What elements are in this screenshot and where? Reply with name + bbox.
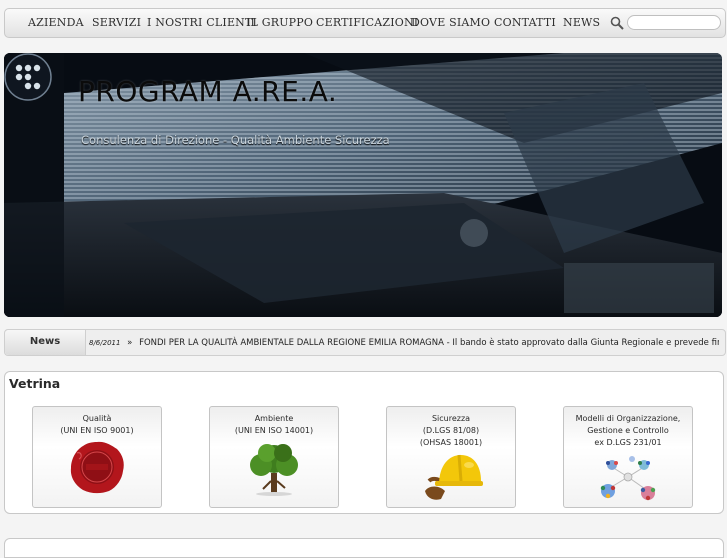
card-title: Modelli di Organizzazione, Gestione e Co… (575, 414, 681, 447)
tree-icon (250, 444, 298, 496)
news-ticker-item[interactable]: 8/6/2011 » FONDI PER LA QUALITÀ AMBIENTA… (89, 330, 719, 355)
main-nav: AZIENDA SERVIZI I NOSTRI CLIENTI IL GRUP… (4, 8, 726, 38)
nav-item-clienti[interactable]: I NOSTRI CLIENTI (147, 9, 257, 37)
brand-name: PROGRAM A.RE.A. (78, 75, 338, 108)
nav-item-gruppo[interactable]: IL GRUPPO (246, 9, 313, 37)
search-input[interactable] (627, 15, 721, 30)
card-title: Ambiente (UNI EN ISO 14001) (234, 414, 314, 435)
hard-hat-icon (425, 454, 483, 500)
nav-item-certificazioni[interactable]: CERTIFICAZIONI (316, 9, 418, 37)
nav-item-servizi[interactable]: SERVIZI (92, 9, 141, 37)
card-title: Sicurezza (D.LGS 81/08) (OHSAS 18001) (419, 414, 483, 447)
logo-icon (4, 53, 52, 101)
search-icon[interactable] (610, 16, 624, 30)
nav-item-azienda[interactable]: AZIENDA (28, 9, 84, 37)
news-headline[interactable]: FONDI PER LA QUALITÀ AMBIENTALE DALLA RE… (139, 338, 719, 348)
news-separator: » (127, 338, 133, 348)
people-network-icon (600, 456, 656, 501)
vetrina-panel: Vetrina Qualità (UNI EN ISO 9001) Ambien… (4, 371, 724, 514)
nav-item-dove-siamo[interactable]: DOVE SIAMO (411, 9, 490, 37)
brand-tagline: Consulenza di Direzione - Qualità Ambien… (81, 133, 390, 147)
hero-banner: PROGRAM A.RE.A. Consulenza di Direzione … (4, 53, 722, 317)
card-title: Qualità (UNI EN ISO 9001) (60, 414, 134, 435)
card-ambiente[interactable]: Ambiente (UNI EN ISO 14001) (209, 406, 339, 508)
nav-item-contatti[interactable]: CONTATTI (494, 9, 556, 37)
vetrina-title: Vetrina (9, 376, 61, 391)
card-modelli-231[interactable]: Modelli di Organizzazione, Gestione e Co… (563, 406, 693, 508)
news-label: News (5, 330, 86, 355)
news-bar: News 8/6/2011 » FONDI PER LA QUALITÀ AMB… (4, 329, 726, 356)
card-qualita[interactable]: Qualità (UNI EN ISO 9001) (32, 406, 162, 508)
wax-seal-icon (70, 441, 124, 494)
news-date: 8/6/2011 (89, 339, 121, 347)
card-sicurezza[interactable]: Sicurezza (D.LGS 81/08) (OHSAS 18001) (386, 406, 516, 508)
secondary-panel (4, 538, 724, 558)
nav-item-news[interactable]: NEWS (563, 9, 600, 37)
